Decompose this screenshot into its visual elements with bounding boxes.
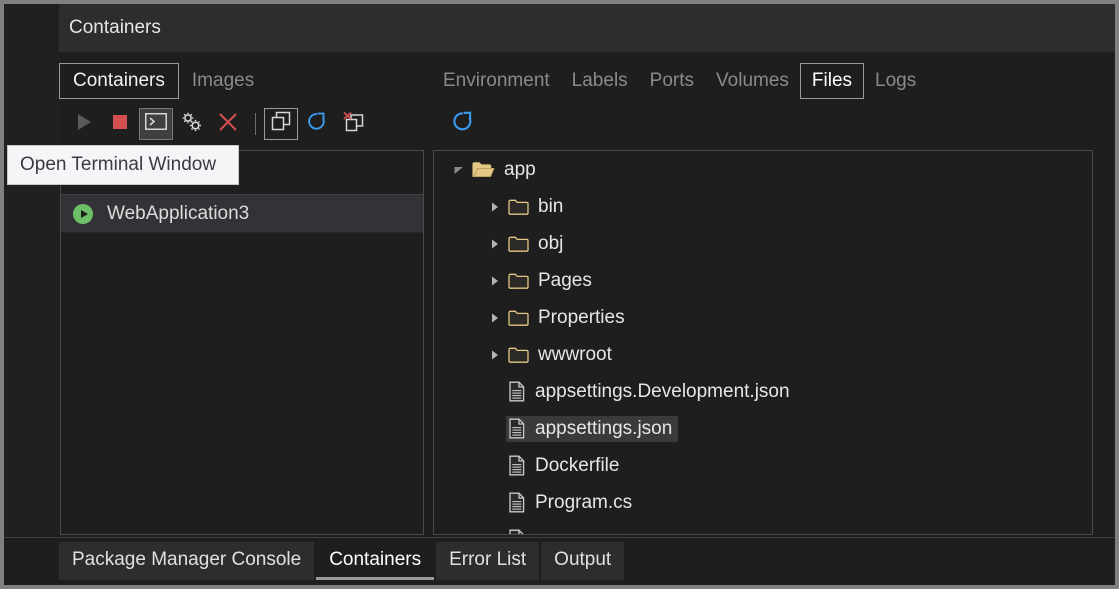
tab-logs[interactable]: Logs [864,64,927,98]
file-icon [508,418,526,439]
tree-node-content [506,527,541,534]
tree-node-label: Pages [538,269,592,291]
folder-icon [508,346,529,364]
details-tabs: Environment Labels Ports Volumes Files L… [432,58,927,104]
tree-node-content: obj [506,231,569,257]
containers-toolbar [67,105,372,143]
chevron-down-icon[interactable] [448,164,470,176]
tool-window-title: Containers [59,4,1115,52]
tab-volumes[interactable]: Volumes [705,64,800,98]
bottom-tabs: Package Manager Console Containers Error… [59,542,626,580]
play-icon [76,113,93,136]
containers-list: Containers WebApplication3 [60,150,424,535]
left-gutter-strip [4,4,59,585]
tree-folder-row[interactable]: bin [434,188,1092,225]
tree-node-content: Program.cs [506,490,638,516]
terminal-icon [144,112,168,135]
container-row[interactable]: WebApplication3 [61,195,423,233]
folder-open-icon [472,160,495,179]
chevron-right-icon[interactable] [484,238,506,250]
file-icon [508,492,526,513]
tree-node-label: bin [538,195,564,217]
refresh-icon [451,110,475,139]
toolbar-separator [255,113,256,135]
file-icon [508,455,526,476]
tree-file-row[interactable] [434,521,1092,534]
tree-node-label: wwwroot [538,343,612,365]
tree-file-row[interactable]: appsettings.Development.json [434,373,1092,410]
remove-container-button[interactable] [211,108,245,140]
tab-environment[interactable]: Environment [432,64,561,98]
folder-icon [508,272,529,290]
settings-button[interactable] [175,108,209,140]
tree-node-content: appsettings.Development.json [506,379,796,405]
container-details-pane: Environment Labels Ports Volumes Files L… [432,52,1115,537]
tree-file-row[interactable]: appsettings.json [434,410,1092,447]
containers-pane-tabs: Containers Images [59,58,267,104]
tree-node-content: appsettings.json [506,415,679,442]
bottom-tab-package-manager-console[interactable]: Package Manager Console [59,542,315,580]
tab-containers[interactable]: Containers [59,63,179,99]
tree-node-content: wwwroot [506,342,618,368]
refresh-containers-button[interactable] [300,108,334,140]
refresh-files-button[interactable] [446,108,480,140]
chevron-right-icon[interactable] [484,275,506,287]
refresh-icon [306,111,328,138]
stack-remove-icon [341,111,365,138]
start-button[interactable] [67,108,101,140]
file-icon [508,529,526,534]
chevron-right-icon[interactable] [484,312,506,324]
file-tree: app bin obj Pages Properties wwwroot appsettin… [433,150,1093,535]
tree-node-label: app [504,158,536,180]
tree-node-content: Properties [506,305,631,331]
stop-icon [112,114,128,135]
tree-node-content: app [470,157,542,183]
tree-node-label: Dockerfile [535,454,620,476]
bottom-tab-strip: Package Manager Console Containers Error… [4,537,1115,585]
folder-icon [508,309,529,327]
tree-node-label: Properties [538,306,625,328]
bottom-tab-output[interactable]: Output [541,542,625,580]
folder-icon [508,198,529,216]
file-icon [508,381,526,402]
files-toolbar [446,105,482,143]
tree-node-content: bin [506,194,569,220]
container-name: WebApplication3 [107,202,250,224]
tree-file-row[interactable]: Dockerfile [434,447,1092,484]
tree-folder-row[interactable]: wwwroot [434,336,1092,373]
folder-icon [508,235,529,253]
tree-node-label: appsettings.json [535,417,673,439]
close-x-icon [217,111,239,138]
tab-ports[interactable]: Ports [639,64,705,98]
tree-node-label: appsettings.Development.json [535,380,790,402]
tab-images[interactable]: Images [179,64,267,98]
tree-node-content: Dockerfile [506,453,625,479]
tree-file-row[interactable]: Program.cs [434,484,1092,521]
tooltip: Open Terminal Window [7,145,239,185]
tree-node-label: Program.cs [535,491,633,513]
tool-window: Containers Containers Images WebApplicat… [4,4,1115,585]
stack-icon [270,111,292,137]
bottom-tab-error-list[interactable]: Error List [436,542,540,580]
tree-node-label: obj [538,232,564,254]
tree-folder-row[interactable]: Pages [434,262,1092,299]
tree-folder-row[interactable]: Properties [434,299,1092,336]
open-terminal-button[interactable] [139,108,173,140]
container-running-icon [73,203,93,224]
tab-files[interactable]: Files [799,63,865,99]
stop-button[interactable] [103,108,137,140]
show-all-containers-button[interactable] [264,108,298,140]
tree-node-content: Pages [506,268,598,294]
gears-icon [180,111,204,138]
chevron-right-icon[interactable] [484,201,506,213]
tree-folder-row[interactable]: app [434,151,1092,188]
prune-containers-button[interactable] [336,108,370,140]
tree-folder-row[interactable]: obj [434,225,1092,262]
chevron-right-icon[interactable] [484,349,506,361]
tab-labels[interactable]: Labels [561,64,639,98]
bottom-tab-containers[interactable]: Containers [316,542,435,580]
containers-pane: Containers Images WebApplication3 [59,52,425,537]
